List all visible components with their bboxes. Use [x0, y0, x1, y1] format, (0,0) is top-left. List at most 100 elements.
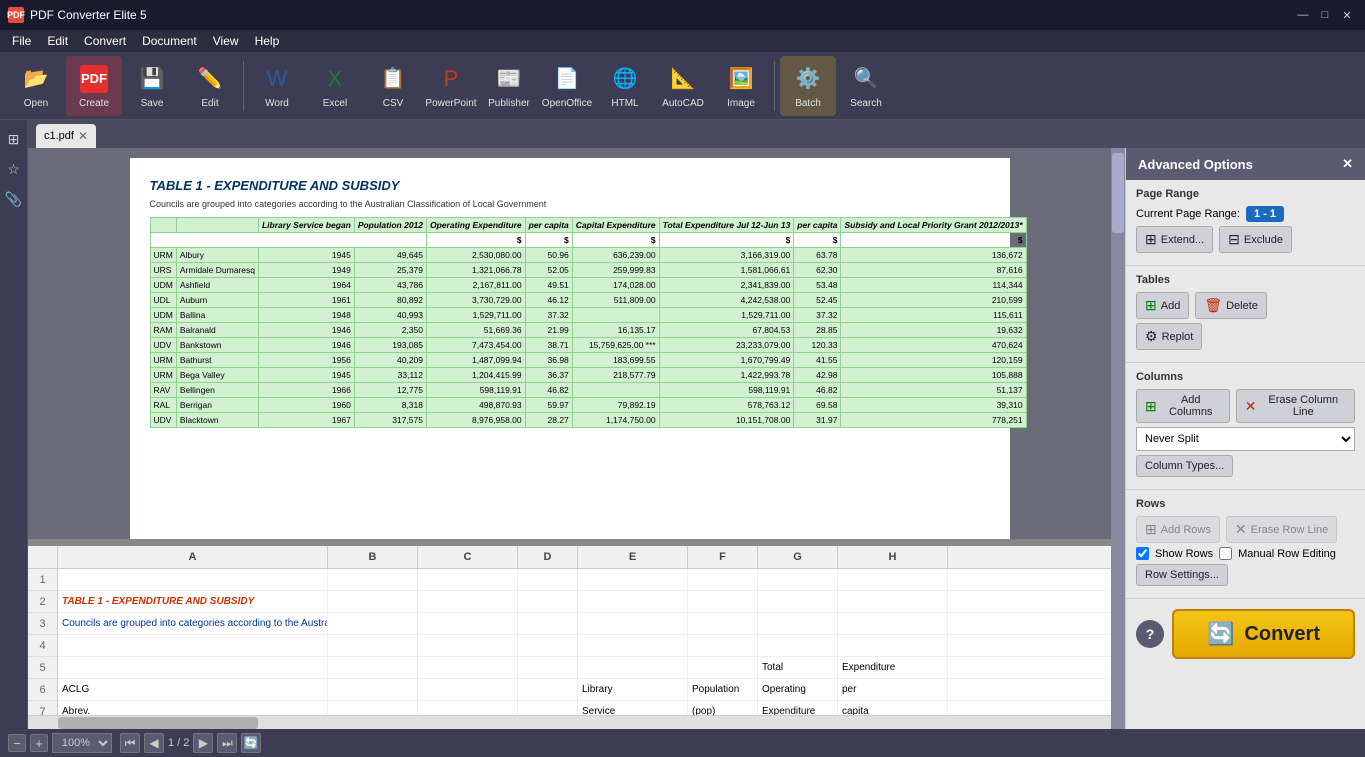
menu-file[interactable]: File: [4, 32, 39, 50]
menu-edit[interactable]: Edit: [39, 32, 76, 50]
ss-cell[interactable]: [418, 635, 518, 656]
menu-help[interactable]: Help: [247, 32, 288, 50]
ss-cell[interactable]: [518, 569, 578, 590]
ss-cell[interactable]: [688, 613, 758, 634]
open-button[interactable]: 📂 Open: [8, 56, 64, 116]
ss-cell[interactable]: [328, 635, 418, 656]
excel-button[interactable]: X Excel: [307, 56, 363, 116]
ss-cell[interactable]: [578, 591, 688, 612]
right-panel-close[interactable]: ✕: [1342, 156, 1353, 172]
csv-button[interactable]: 📋 CSV: [365, 56, 421, 116]
ss-cell[interactable]: per: [838, 679, 948, 700]
autocad-button[interactable]: 📐 AutoCAD: [655, 56, 711, 116]
ss-cell[interactable]: Population: [688, 679, 758, 700]
delete-table-button[interactable]: 🗑 Delete: [1195, 292, 1267, 319]
ss-cell[interactable]: [418, 613, 518, 634]
ss-cell[interactable]: [58, 635, 328, 656]
ss-cell[interactable]: Total: [758, 657, 838, 678]
ss-cell[interactable]: [758, 591, 838, 612]
openoffice-button[interactable]: 📄 OpenOffice: [539, 56, 595, 116]
ss-cell[interactable]: [838, 635, 948, 656]
ss-cell[interactable]: [838, 569, 948, 590]
exclude-button[interactable]: ⊟ Exclude: [1219, 226, 1292, 253]
manual-row-editing-checkbox[interactable]: [1219, 547, 1232, 560]
ss-cell[interactable]: Service: [578, 701, 688, 715]
prev-page-button[interactable]: ◀: [144, 733, 164, 753]
tab-close-button[interactable]: ✕: [78, 129, 88, 143]
edit-button[interactable]: ✏️ Edit: [182, 56, 238, 116]
row-settings-button[interactable]: Row Settings...: [1136, 564, 1228, 586]
last-page-button[interactable]: ⏭: [217, 733, 237, 753]
ss-cell[interactable]: Councils are grouped into categories acc…: [58, 613, 328, 634]
ss-cell[interactable]: [518, 679, 578, 700]
ss-cell[interactable]: Expenditure: [758, 701, 838, 715]
search-button[interactable]: 🔍 Search: [838, 56, 894, 116]
ss-cell[interactable]: [688, 657, 758, 678]
sidebar-star-icon[interactable]: ☆: [3, 158, 25, 180]
ss-cell[interactable]: [688, 591, 758, 612]
ss-cell[interactable]: [838, 591, 948, 612]
ss-cell[interactable]: [688, 569, 758, 590]
ss-cell[interactable]: [328, 657, 418, 678]
image-button[interactable]: 🖼️ Image: [713, 56, 769, 116]
ss-cell[interactable]: [758, 613, 838, 634]
zoom-select[interactable]: 100% 75% 150%: [52, 733, 112, 753]
ss-cell[interactable]: TABLE 1 - EXPENDITURE AND SUBSIDY: [58, 591, 328, 612]
menu-document[interactable]: Document: [134, 32, 205, 50]
ss-cell[interactable]: (pop): [688, 701, 758, 715]
pdf-vscroll[interactable]: [1111, 148, 1125, 729]
ss-cell[interactable]: Abrev.: [58, 701, 328, 715]
ss-cell[interactable]: Operating: [758, 679, 838, 700]
add-table-button[interactable]: ⊞ Add: [1136, 292, 1189, 319]
pdf-scroll-area[interactable]: TABLE 1 - EXPENDITURE AND SUBSIDY Counci…: [28, 148, 1111, 539]
ss-cell[interactable]: [758, 569, 838, 590]
sidebar-paperclip-icon[interactable]: 📎: [3, 188, 25, 210]
html-button[interactable]: 🌐 HTML: [597, 56, 653, 116]
ss-cell[interactable]: [328, 569, 418, 590]
erase-row-line-button[interactable]: ✕ Erase Row Line: [1226, 516, 1337, 543]
maximize-button[interactable]: □: [1315, 5, 1335, 25]
ss-cell[interactable]: [418, 591, 518, 612]
extend-button[interactable]: ⊞ Extend...: [1136, 226, 1213, 253]
ss-cell[interactable]: ACLG: [58, 679, 328, 700]
menu-view[interactable]: View: [205, 32, 247, 50]
convert-button[interactable]: 🔄 Convert: [1172, 609, 1355, 659]
ss-cell[interactable]: [328, 613, 418, 634]
ss-cell[interactable]: [578, 569, 688, 590]
erase-column-line-button[interactable]: ✕ Erase Column Line: [1236, 389, 1355, 423]
batch-button[interactable]: ⚙️ Batch: [780, 56, 836, 116]
ss-cell[interactable]: [518, 613, 578, 634]
ss-cell[interactable]: [518, 657, 578, 678]
ss-cell[interactable]: capita: [838, 701, 948, 715]
column-split-dropdown[interactable]: Never Split Always Split Smart Split: [1136, 427, 1355, 451]
ss-cell[interactable]: [328, 701, 418, 715]
ss-cell[interactable]: [328, 591, 418, 612]
publisher-button[interactable]: 📰 Publisher: [481, 56, 537, 116]
ss-cell[interactable]: [578, 613, 688, 634]
replot-button[interactable]: ⚙ Replot: [1136, 323, 1202, 350]
ss-cell[interactable]: [518, 591, 578, 612]
spreadsheet-grid[interactable]: TABLE 1 - EXPENDITURE AND SUBSIDYCouncil…: [58, 569, 1111, 715]
next-page-button[interactable]: ▶: [193, 733, 213, 753]
ss-cell[interactable]: [518, 635, 578, 656]
ss-cell[interactable]: [578, 657, 688, 678]
ss-cell[interactable]: [418, 657, 518, 678]
zoom-out-button[interactable]: −: [8, 734, 26, 752]
first-page-button[interactable]: ⏮: [120, 733, 140, 753]
refresh-button[interactable]: 🔄: [241, 733, 261, 753]
ss-cell[interactable]: Library: [578, 679, 688, 700]
show-rows-checkbox[interactable]: [1136, 547, 1149, 560]
ss-cell[interactable]: [518, 701, 578, 715]
ss-cell[interactable]: [688, 635, 758, 656]
save-button[interactable]: 💾 Save: [124, 56, 180, 116]
ss-cell[interactable]: [58, 657, 328, 678]
ss-cell[interactable]: [58, 569, 328, 590]
minimize-button[interactable]: —: [1293, 5, 1313, 25]
create-button[interactable]: PDF Create: [66, 56, 122, 116]
sidebar-grid-icon[interactable]: ⊞: [3, 128, 25, 150]
column-types-button[interactable]: Column Types...: [1136, 455, 1233, 477]
powerpoint-button[interactable]: P PowerPoint: [423, 56, 479, 116]
word-button[interactable]: W Word: [249, 56, 305, 116]
ss-cell[interactable]: [418, 679, 518, 700]
close-button[interactable]: ✕: [1337, 5, 1357, 25]
